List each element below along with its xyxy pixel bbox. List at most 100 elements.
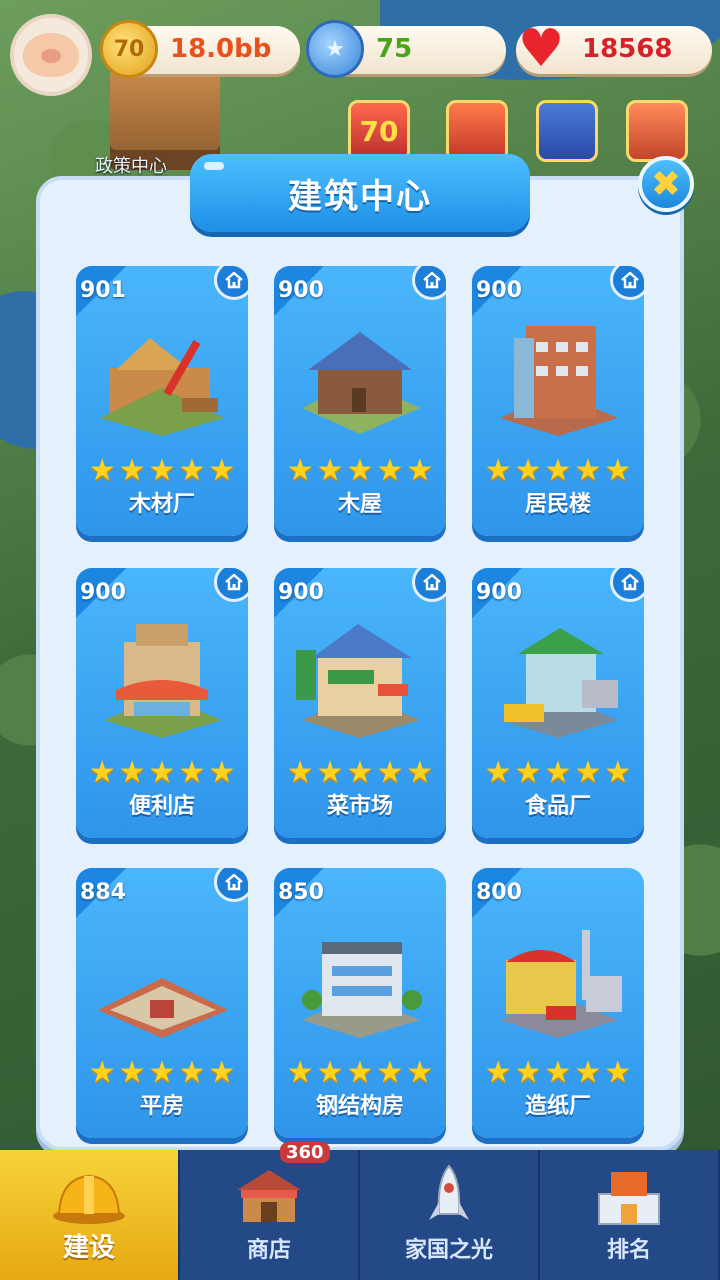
tab-label: 建设 <box>62 1233 115 1263</box>
star-rating: ★ ★ ★ ★ ★ <box>274 456 446 486</box>
star-icon: ★ <box>346 1055 374 1090</box>
gem-value: 75 <box>376 34 413 64</box>
building-card[interactable]: 900 ★ ★ ★ ★ ★ 居民楼 <box>472 266 644 536</box>
tab-label: 商店 <box>246 1238 291 1263</box>
building-count: 900 <box>476 278 522 303</box>
building-illustration <box>296 624 420 738</box>
coin-icon: 70 <box>100 20 158 78</box>
building-name: 食品厂 <box>524 794 591 819</box>
gem-counter[interactable]: ★ 75 <box>306 20 506 78</box>
star-rating: ★ ★ ★ ★ ★ <box>76 456 248 486</box>
heart-icon: ♥ <box>517 19 565 79</box>
star-icon: ★ <box>88 1055 116 1090</box>
tab-ranking[interactable]: 排名 <box>540 1150 720 1280</box>
star-icon: ★ <box>316 1055 344 1090</box>
star-rating: ★ ★ ★ ★ ★ <box>472 1058 644 1088</box>
star-icon: ★ <box>286 453 314 488</box>
building-count: 800 <box>476 880 522 905</box>
building-illustration <box>500 628 618 738</box>
policy-center-caption: 政策中心 <box>95 156 167 177</box>
star-icon: ★ <box>148 453 176 488</box>
star-icon: ★ <box>484 1055 512 1090</box>
building-illustration <box>500 326 618 436</box>
star-icon: ★ <box>286 755 314 790</box>
heart-counter[interactable]: ♥ 18568 <box>516 19 712 79</box>
building-card[interactable]: 800 ★ ★ ★ ★ ★ 造纸厂 <box>472 868 644 1138</box>
building-card[interactable]: 884 ★ ★ ★ ★ ★ 平房 <box>76 868 248 1138</box>
star-icon: ★ <box>118 755 146 790</box>
home-badge[interactable] <box>214 266 248 300</box>
star-icon: ★ <box>604 1055 632 1090</box>
star-icon: ★ <box>148 755 176 790</box>
star-icon: ★ <box>148 1055 176 1090</box>
building-card[interactable]: 901 ★ ★ ★ ★ ★ 木材厂 <box>76 266 248 536</box>
building-count: 900 <box>476 580 522 605</box>
star-icon: ★ <box>286 1055 314 1090</box>
home-badge[interactable] <box>412 266 446 300</box>
building-card[interactable]: 900 ★ ★ ★ ★ ★ 便利店 <box>76 568 248 838</box>
building-card[interactable]: 900 ★ ★ ★ ★ ★ 木屋 <box>274 266 446 536</box>
home-badge[interactable] <box>214 568 248 602</box>
rocket-icon <box>429 1164 469 1220</box>
star-icon: ★ <box>484 453 512 488</box>
star-rating: ★ ★ ★ ★ ★ <box>76 758 248 788</box>
building-name: 居民楼 <box>524 492 591 517</box>
star-icon: ★ <box>376 453 404 488</box>
star-icon: ★ <box>514 453 542 488</box>
building-illustration <box>98 978 228 1038</box>
star-icon: ★ <box>544 755 572 790</box>
star-rating: ★ ★ ★ ★ ★ <box>274 1058 446 1088</box>
home-icon <box>423 573 441 591</box>
building-illustration <box>104 624 222 738</box>
tab-label: 家国之光 <box>404 1238 493 1263</box>
star-icon: ★ <box>574 453 602 488</box>
home-badge[interactable] <box>610 266 644 300</box>
star-icon: ★ <box>178 755 206 790</box>
tab-build[interactable]: 建设 <box>0 1150 180 1280</box>
star-icon: ★ <box>208 755 236 790</box>
star-icon: ★ <box>178 1055 206 1090</box>
building-name: 便利店 <box>128 794 195 819</box>
home-icon <box>423 271 441 289</box>
building-name: 造纸厂 <box>524 1094 591 1119</box>
close-button[interactable]: ✖ <box>638 156 694 212</box>
event-icon-70[interactable]: 70 <box>348 100 410 162</box>
building-card[interactable]: 850 ★ ★ ★ ★ ★ 钢结构房 <box>274 868 446 1138</box>
coin-value: 18.0bb <box>170 34 272 64</box>
building-count: 900 <box>80 580 126 605</box>
hard-hat-icon <box>53 1174 125 1224</box>
pig-avatar-icon <box>23 33 79 77</box>
shop-icon <box>237 1170 301 1222</box>
home-icon <box>225 573 243 591</box>
star-icon: ★ <box>118 453 146 488</box>
home-badge[interactable] <box>214 868 248 902</box>
building-name: 木屋 <box>337 492 382 517</box>
building-card[interactable]: 900 ★ ★ ★ ★ ★ 食品厂 <box>472 568 644 838</box>
building-card[interactable]: 900 ★ ★ ★ ★ ★ 菜市场 <box>274 568 446 838</box>
tab-national-glory[interactable]: 家国之光 <box>360 1150 540 1280</box>
star-icon: ★ <box>118 1055 146 1090</box>
building-illustration <box>302 332 420 434</box>
home-icon <box>225 873 243 891</box>
star-icon: ★ <box>88 755 116 790</box>
star-icon: ★ <box>406 755 434 790</box>
star-icon: ★ <box>514 755 542 790</box>
handshake-event-icon[interactable] <box>446 100 508 162</box>
star-rating: ★ ★ ★ ★ ★ <box>472 456 644 486</box>
star-icon: ★ <box>604 453 632 488</box>
home-icon <box>621 271 639 289</box>
home-badge[interactable] <box>412 568 446 602</box>
pagoda-event-icon[interactable] <box>626 100 688 162</box>
coin-counter[interactable]: 70 18.0bb <box>100 20 300 78</box>
star-icon: ★ <box>208 1055 236 1090</box>
heart-value: 18568 <box>582 34 673 64</box>
building-name: 钢结构房 <box>315 1094 404 1119</box>
star-icon: ★ <box>376 755 404 790</box>
player-avatar[interactable] <box>10 14 92 96</box>
star-icon: ★ <box>514 1055 542 1090</box>
star-icon: ★ <box>208 453 236 488</box>
home-icon <box>225 271 243 289</box>
tab-shop[interactable]: 360 商店 <box>180 1142 360 1280</box>
home-badge[interactable] <box>610 568 644 602</box>
monument-event-icon[interactable] <box>536 100 598 162</box>
